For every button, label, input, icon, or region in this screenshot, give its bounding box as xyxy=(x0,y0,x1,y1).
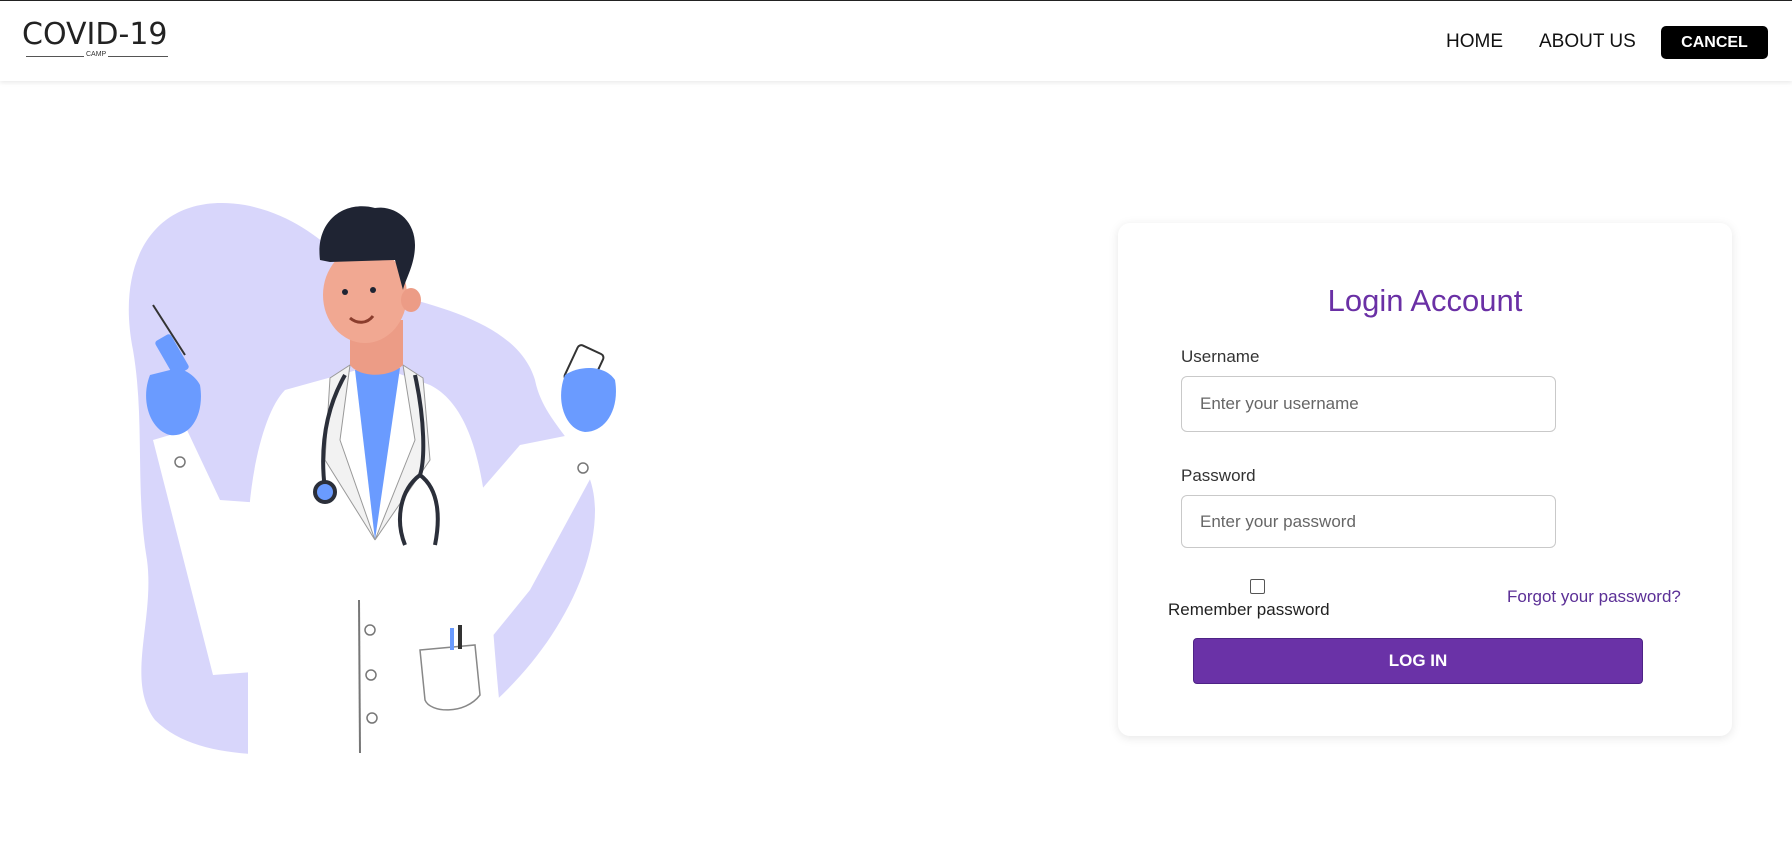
doctor-illustration xyxy=(125,200,635,760)
nav-about-link[interactable]: ABOUT US xyxy=(1539,31,1636,53)
password-label: Password xyxy=(1181,466,1256,485)
logo-divider xyxy=(108,56,168,57)
eye-icon xyxy=(342,289,348,295)
doctor-illustration-svg xyxy=(128,202,616,755)
pocket-pen-icon xyxy=(458,625,462,649)
username-label: Username xyxy=(1181,347,1260,366)
logo-divider xyxy=(26,56,84,57)
login-button[interactable]: LOG IN xyxy=(1193,638,1643,684)
stethoscope-chestpiece-icon xyxy=(313,480,337,504)
eye-icon xyxy=(370,287,376,293)
covid-camp-logo[interactable]: COVID-19 CAMP xyxy=(22,13,172,63)
right-glove-shape xyxy=(561,368,616,432)
logo-text: COVID-19 xyxy=(22,17,168,52)
logo-subtitle: CAMP xyxy=(86,51,107,58)
forgot-password-link[interactable]: Forgot your password? xyxy=(1507,587,1681,607)
cancel-button[interactable]: CANCEL xyxy=(1661,26,1768,59)
ear-shape xyxy=(401,288,421,312)
coat-pocket-shape xyxy=(419,644,481,711)
coat-seam-line xyxy=(358,599,361,754)
password-input[interactable] xyxy=(1181,495,1556,548)
top-navbar: COVID-19 CAMP HOME ABOUT US CANCEL xyxy=(0,0,1792,81)
username-input[interactable] xyxy=(1181,376,1556,432)
remember-password-label: Remember password xyxy=(1168,600,1330,619)
pocket-pen-icon xyxy=(450,628,454,650)
login-title: Login Account xyxy=(1327,283,1523,318)
remember-password-checkbox[interactable] xyxy=(1250,579,1265,594)
nav-home-link[interactable]: HOME xyxy=(1446,31,1503,53)
